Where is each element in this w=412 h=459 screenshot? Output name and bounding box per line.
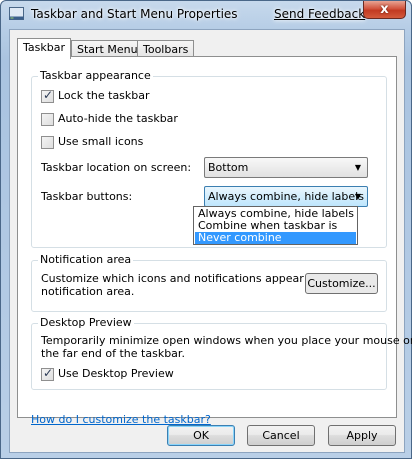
taskbar-location-select[interactable]: Bottom ▼ (204, 157, 368, 178)
lock-taskbar-checkbox[interactable]: ✓ (41, 88, 54, 103)
group-title-appearance: Taskbar appearance (38, 69, 153, 82)
taskbar-buttons-select[interactable]: Always combine, hide labels ▼ (204, 186, 368, 207)
checkmark-icon: ✓ (43, 88, 54, 102)
title-bar[interactable]: Taskbar and Start Menu Properties Send F… (1, 1, 411, 28)
desktop-preview-group: Desktop Preview Temporarily minimize ope… (31, 316, 412, 390)
location-value: Bottom (208, 161, 249, 174)
preview-text-line1: Temporarily minimize open windows when y… (41, 334, 412, 347)
notification-area-group: Notification area Customize which icons … (31, 253, 387, 312)
send-feedback-link[interactable]: Send Feedback (274, 7, 365, 21)
close-button[interactable]: x (363, 1, 406, 19)
preview-text-line2: the far end of the taskbar. (41, 347, 185, 360)
notification-text-line1: Customize which icons and notifications … (41, 272, 339, 285)
taskbar-buttons-value: Always combine, hide labels (208, 190, 364, 203)
auto-hide-label[interactable]: Auto-hide the taskbar (58, 112, 178, 125)
location-label: Taskbar location on screen: (41, 161, 192, 174)
customize-button[interactable]: Customize... (305, 273, 378, 294)
chevron-down-icon: ▼ (354, 192, 361, 201)
group-title-preview: Desktop Preview (38, 316, 134, 329)
cancel-button[interactable]: Cancel (247, 425, 315, 446)
checkmark-icon: ✓ (43, 366, 54, 380)
lock-taskbar-label[interactable]: Lock the taskbar (58, 89, 150, 102)
use-desktop-preview-label[interactable]: Use Desktop Preview (58, 367, 174, 380)
small-icons-checkbox[interactable] (41, 136, 54, 149)
taskbar-buttons-dropdown: Always combine, hide labels Combine when… (193, 206, 358, 245)
small-icons-label[interactable]: Use small icons (58, 135, 143, 148)
chevron-down-icon: ▼ (354, 163, 361, 172)
dropdown-option-highlighted[interactable]: Never combine (195, 232, 356, 244)
group-title-notification: Notification area (38, 253, 134, 266)
taskbar-properties-icon (9, 7, 24, 20)
window-title: Taskbar and Start Menu Properties (31, 7, 238, 21)
notification-text-line2: notification area. (41, 285, 135, 298)
apply-button[interactable]: Apply (328, 425, 396, 446)
tab-taskbar[interactable]: Taskbar (17, 38, 71, 59)
close-icon: x (380, 2, 389, 17)
ok-button[interactable]: OK (167, 425, 235, 446)
taskbar-buttons-label: Taskbar buttons: (41, 190, 133, 203)
auto-hide-checkbox[interactable] (41, 113, 54, 126)
use-desktop-preview-checkbox[interactable]: ✓ (41, 366, 54, 381)
